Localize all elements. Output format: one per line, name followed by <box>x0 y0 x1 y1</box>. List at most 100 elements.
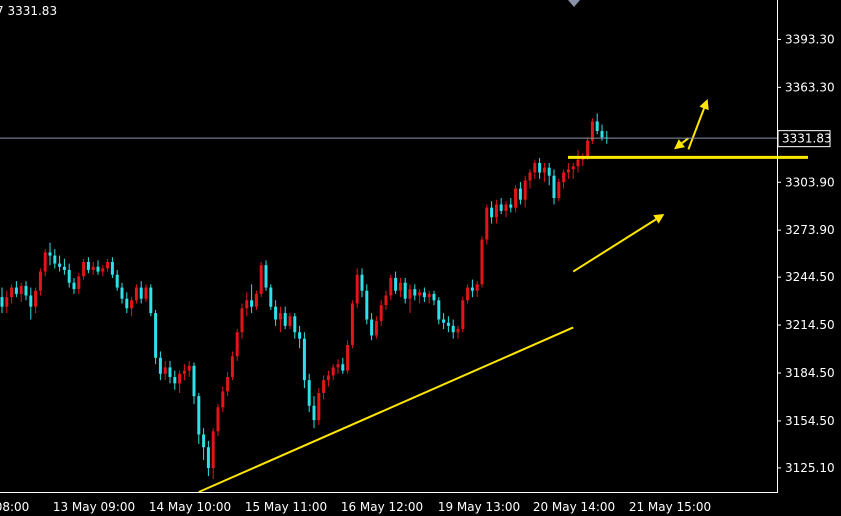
candle-body <box>341 364 345 371</box>
candle-body <box>331 367 335 376</box>
candle-body <box>595 121 599 131</box>
chart-header-price: 7 3331.83 <box>0 4 57 18</box>
candle-body <box>384 295 388 306</box>
candle-body <box>394 277 398 291</box>
price-tick-label: 3214.50 <box>785 318 835 332</box>
candle-body <box>346 345 350 371</box>
candle-body <box>365 290 369 320</box>
candle-body <box>480 239 484 285</box>
time-tick-label: 14 May 10:00 <box>149 500 231 514</box>
price-tick-label: 3393.30 <box>785 32 835 46</box>
price-tick-label: 3363.30 <box>785 80 835 94</box>
candle-body <box>245 300 249 309</box>
candle-body <box>542 167 546 173</box>
candle-body <box>139 287 143 299</box>
candle <box>557 178 561 202</box>
candle-body <box>120 287 124 299</box>
candle-body <box>125 298 129 309</box>
candle-body <box>235 332 239 357</box>
candle-body <box>413 289 417 296</box>
candle-body <box>437 300 441 320</box>
candle-body <box>29 295 33 307</box>
candle-body <box>547 167 551 176</box>
candle-body <box>389 277 393 296</box>
candle-body <box>72 282 76 290</box>
candle-body <box>173 376 177 384</box>
candle-body <box>518 188 522 200</box>
candle-body <box>374 321 378 336</box>
chart-background <box>0 0 841 516</box>
candle <box>302 332 306 389</box>
time-tick-label: 13 May 09:00 <box>53 500 135 514</box>
candle-body <box>528 172 532 181</box>
candle-body <box>106 261 110 269</box>
candle-body <box>178 373 182 384</box>
candle-body <box>562 172 566 183</box>
candle-body <box>230 356 234 377</box>
candle-body <box>432 293 436 301</box>
candle-body <box>408 289 412 299</box>
candle-body <box>211 431 215 469</box>
candle-body <box>509 204 513 208</box>
candle-body <box>538 162 542 173</box>
candle-body <box>557 182 561 199</box>
time-tick-label: 20 May 14:00 <box>533 500 615 514</box>
candle-body <box>259 265 263 294</box>
candle-body <box>168 367 172 377</box>
candle-body <box>398 282 402 291</box>
candle-body <box>418 292 422 296</box>
candle-body <box>202 434 206 448</box>
candle-body <box>154 313 158 358</box>
candle <box>485 204 489 245</box>
candle-body <box>422 292 426 298</box>
candle-body <box>490 207 494 218</box>
candle-body <box>600 130 604 138</box>
candle-body <box>466 287 470 301</box>
candle-body <box>475 284 479 291</box>
candle <box>461 297 465 333</box>
time-tick-label: 15 May 11:00 <box>245 500 327 514</box>
candle-body <box>149 287 153 314</box>
candle-body <box>326 375 330 381</box>
candle-body <box>566 169 570 173</box>
candle-body <box>82 261 86 277</box>
candle-body <box>379 305 383 322</box>
price-tick-label: 3273.90 <box>785 223 835 237</box>
price-tick-label: 3303.90 <box>785 175 835 189</box>
candle <box>154 309 158 365</box>
candle-body <box>101 268 105 272</box>
candle-body <box>317 392 321 421</box>
candle-body <box>115 274 119 288</box>
candle-body <box>53 255 57 264</box>
candle-body <box>34 290 38 307</box>
candle-body <box>134 287 138 301</box>
candle-body <box>91 266 95 270</box>
candle-body <box>499 204 503 211</box>
candle-body <box>355 274 359 304</box>
current-price-label: 3331.83 <box>782 132 832 146</box>
candle-body <box>158 357 162 374</box>
price-tick-label: 3244.50 <box>785 270 835 284</box>
candle-body <box>5 297 9 307</box>
candle <box>317 388 321 425</box>
candle-body <box>19 285 23 294</box>
candle-body <box>62 266 66 270</box>
candle <box>259 261 263 298</box>
candle <box>269 284 273 310</box>
candle-body <box>427 293 431 298</box>
candle-body <box>144 287 148 299</box>
candle-body <box>576 159 580 167</box>
candle-body <box>322 380 326 393</box>
candle-body <box>302 338 306 381</box>
candle-body <box>240 308 244 333</box>
candle-body <box>192 365 196 397</box>
candle-body <box>288 316 292 326</box>
candle-body <box>163 367 167 374</box>
candle-body <box>312 405 316 421</box>
candle-body <box>110 261 114 275</box>
candle-body <box>456 329 460 333</box>
candle-body <box>38 271 42 291</box>
candle-body <box>14 287 18 294</box>
time-axis[interactable]: 08:00 13 May 09:00 14 May 10:00 15 May 11:0… <box>0 500 711 514</box>
candle-body <box>0 297 4 307</box>
